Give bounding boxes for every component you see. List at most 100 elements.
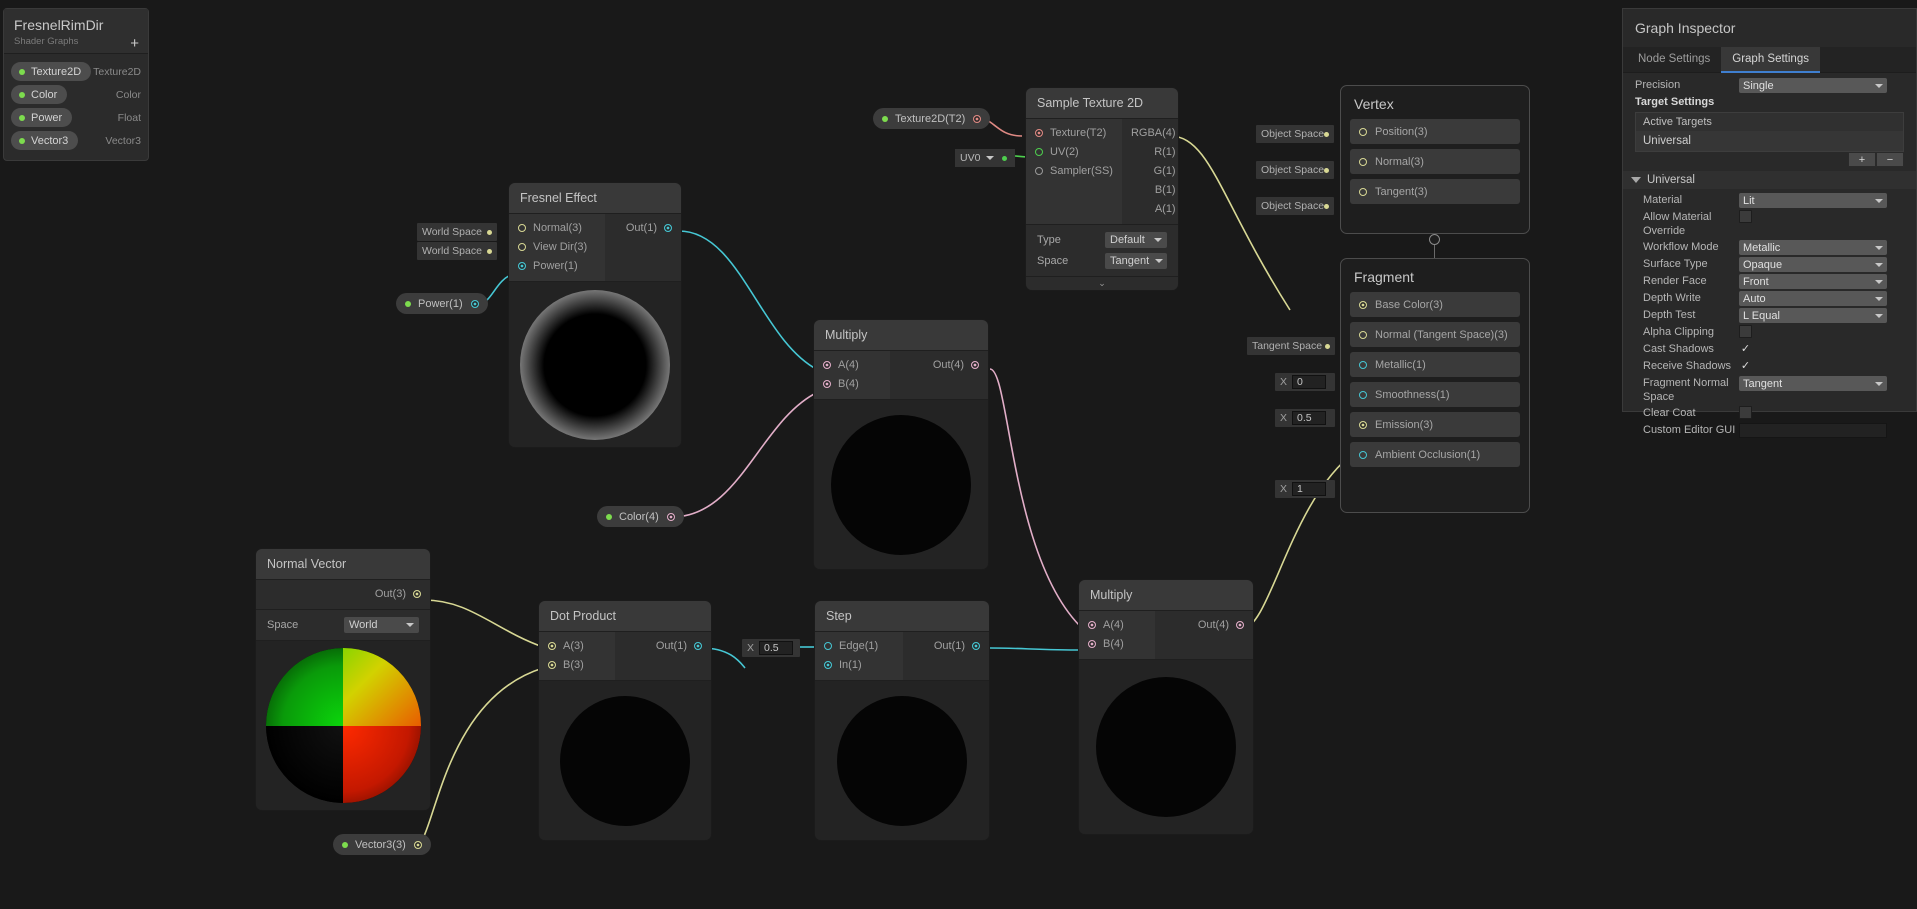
vertex-slot-position[interactable]: Position(3) [1350,119,1520,144]
port-dot-icon[interactable] [1088,620,1096,629]
fresnel-viewdir-space-chip[interactable]: World Space [417,242,497,260]
port-dot-icon[interactable] [824,660,832,669]
output-port[interactable]: Out(1) [615,636,711,655]
node-sample-texture-2d[interactable]: Sample Texture 2D Texture(T2) UV(2) Samp… [1026,88,1178,290]
setting-row-space[interactable]: Space World [256,614,430,635]
receive-shadows-checkbox[interactable]: ✓ [1739,359,1752,372]
port-dot-icon[interactable] [1359,390,1367,399]
input-port[interactable]: A(4) [814,355,890,374]
input-port[interactable]: Normal(3) [509,218,605,237]
port-dot-icon[interactable] [1236,620,1244,629]
input-port[interactable]: Texture(T2) [1026,123,1122,142]
port-dot-icon[interactable] [1359,420,1367,429]
remove-target-button[interactable]: − [1876,152,1904,167]
output-port-icon[interactable] [666,512,675,521]
output-port[interactable]: G(1) [1122,161,1178,180]
step-edge-input[interactable]: 0.5 [759,641,794,655]
output-port[interactable]: RGBA(4) [1122,123,1178,142]
fragment-smoothness-value-chip[interactable]: X 0.5 [1275,409,1335,427]
blackboard-property-row[interactable]: Color Color [11,83,141,106]
port-dot-icon[interactable] [548,660,556,669]
port-dot-icon[interactable] [518,242,526,251]
space-dropdown[interactable]: Tangent [1105,252,1167,269]
fragment-slot-base-color[interactable]: Base Color(3) [1350,292,1520,317]
property-pill[interactable]: Vector3 [11,131,79,150]
input-port[interactable]: UV(2) [1026,142,1122,161]
node-multiply-bottom[interactable]: Multiply A(4) B(4) Out(4) [1079,580,1253,834]
depth-test-dropdown[interactable]: L Equal [1739,308,1887,323]
blackboard-property-row[interactable]: Vector3 Vector3 [11,129,141,152]
port-dot-icon[interactable] [694,641,702,650]
allow-material-override-checkbox[interactable] [1739,210,1752,223]
input-port[interactable]: Sampler(SS) [1026,161,1122,180]
space-dropdown[interactable]: World [344,616,419,633]
vertex-position-space-chip[interactable]: Object Space [1256,125,1334,143]
port-dot-icon[interactable] [548,641,556,650]
property-pill[interactable]: Texture2D [11,62,92,81]
node-fragment-master[interactable]: Fragment Base Color(3) Normal (Tangent S… [1340,258,1530,513]
cast-shadows-checkbox[interactable]: ✓ [1739,342,1752,355]
uv0-output-dot-icon[interactable] [1002,155,1008,161]
port-dot-icon[interactable] [1359,187,1367,196]
port-dot-icon[interactable] [823,360,831,369]
fresnel-normal-space-chip[interactable]: World Space [417,223,497,241]
node-fresnel-effect[interactable]: Fresnel Effect Normal(3) View Dir(3) Pow… [509,183,681,447]
fragment-normal-space-chip[interactable]: Tangent Space [1247,337,1335,355]
port-dot-icon[interactable] [1359,330,1367,339]
input-port[interactable]: B(3) [539,655,615,674]
port-dot-icon[interactable] [824,641,832,650]
alpha-clipping-checkbox[interactable] [1739,325,1752,338]
add-target-button[interactable]: + [1848,152,1876,167]
output-port[interactable]: Out(3) [256,584,430,603]
port-dot-icon[interactable] [518,261,526,270]
add-property-button[interactable]: + [130,36,139,51]
input-port[interactable]: B(4) [1079,634,1155,653]
output-port-icon[interactable] [413,840,422,849]
node-normal-vector[interactable]: Normal Vector Out(3) Space World [256,549,430,810]
master-stack-handle[interactable] [1429,234,1440,245]
fragment-slot-ambient-occlusion[interactable]: Ambient Occlusion(1) [1350,442,1520,467]
universal-foldout[interactable]: Universal [1623,171,1916,189]
output-port[interactable]: Out(1) [605,218,681,237]
uv0-dropdown[interactable]: UV0 [955,149,1015,167]
fragment-slot-emission[interactable]: Emission(3) [1350,412,1520,437]
port-dot-icon[interactable] [413,589,421,598]
output-port[interactable]: Out(4) [890,355,988,374]
property-node-vector3[interactable]: Vector3(3) [333,834,431,855]
fragment-slot-smoothness[interactable]: Smoothness(1) [1350,382,1520,407]
setting-row-type[interactable]: Type Default [1026,229,1178,250]
port-dot-icon[interactable] [518,223,526,232]
port-dot-icon[interactable] [971,360,979,369]
port-dot-icon[interactable] [823,379,831,388]
type-dropdown[interactable]: Default [1105,231,1167,248]
workflow-mode-dropdown[interactable]: Metallic [1739,240,1887,255]
fragment-normal-space-dropdown[interactable]: Tangent [1739,376,1887,391]
output-port[interactable]: Out(4) [1155,615,1253,634]
input-port[interactable]: Edge(1) [815,636,903,655]
input-port[interactable]: B(4) [814,374,890,393]
output-port[interactable]: B(1) [1122,180,1178,199]
property-pill[interactable]: Color [11,85,68,104]
custom-editor-gui-input[interactable] [1739,423,1887,438]
tab-graph-settings[interactable]: Graph Settings [1721,47,1820,73]
port-dot-icon[interactable] [1035,147,1043,156]
port-dot-icon[interactable] [1359,127,1367,136]
collapse-preview-button[interactable]: ⌄ [1026,276,1178,290]
output-port[interactable]: Out(1) [903,636,989,655]
node-dot-product[interactable]: Dot Product A(3) B(3) Out(1) [539,601,711,840]
output-port-icon[interactable] [973,114,982,123]
property-pill[interactable]: Power [11,108,73,127]
property-node-texture2d[interactable]: Texture2D(T2) [873,108,991,129]
material-dropdown[interactable]: Lit [1739,193,1887,208]
tab-node-settings[interactable]: Node Settings [1627,47,1721,72]
active-target-item[interactable]: Universal [1636,131,1903,151]
vertex-tangent-space-chip[interactable]: Object Space [1256,197,1334,215]
vertex-slot-tangent[interactable]: Tangent(3) [1350,179,1520,204]
node-vertex-master[interactable]: Vertex Position(3) Normal(3) Tangent(3) [1340,85,1530,234]
port-dot-icon[interactable] [972,641,980,650]
property-node-color[interactable]: Color(4) [597,506,684,527]
input-port[interactable]: View Dir(3) [509,237,605,256]
fragment-ao-value-chip[interactable]: X 1 [1275,480,1335,498]
output-port[interactable]: A(1) [1122,199,1178,218]
ambient-occlusion-input[interactable]: 1 [1292,482,1327,496]
